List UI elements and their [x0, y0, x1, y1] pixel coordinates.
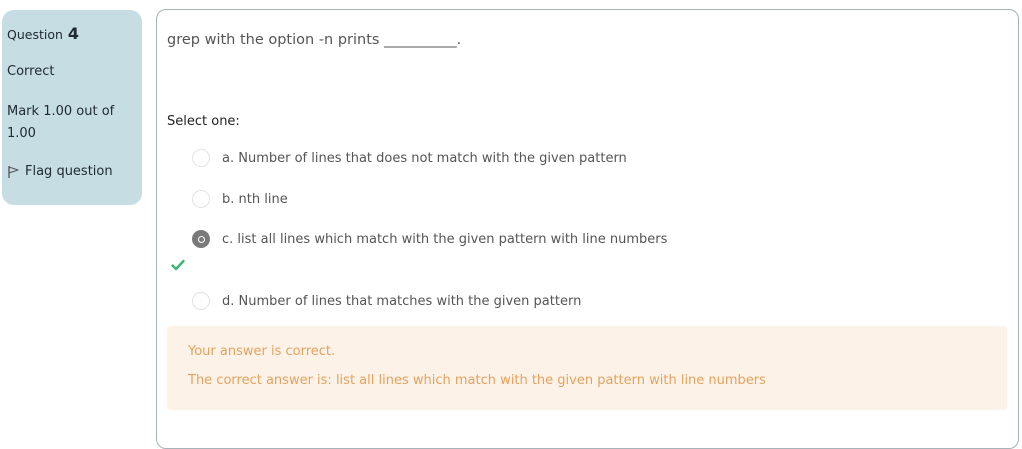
flag-icon	[7, 165, 20, 179]
answer-option-label: c. list all lines which match with the g…	[222, 231, 668, 247]
answer-option-label: a. Number of lines that does not match w…	[222, 150, 627, 166]
flag-question-link[interactable]: Flag question	[7, 164, 142, 179]
answer-option-c[interactable]: c. list all lines which match with the g…	[192, 228, 667, 250]
question-state: Correct	[7, 64, 55, 79]
radio-d[interactable]	[192, 292, 210, 310]
feedback-correct-answer: The correct answer is: list all lines wh…	[188, 373, 766, 388]
answer-option-label: b. nth line	[222, 191, 288, 207]
flag-question-label: Flag question	[25, 164, 113, 179]
question-text: grep with the option -n prints _________…	[167, 32, 462, 48]
radio-a[interactable]	[192, 149, 210, 167]
radio-b[interactable]	[192, 190, 210, 208]
answer-option-a[interactable]: a. Number of lines that does not match w…	[192, 147, 627, 169]
answer-option-d[interactable]: d. Number of lines that matches with the…	[192, 290, 581, 312]
question-number: Question 4	[7, 24, 142, 43]
question-grade: Mark 1.00 out of 1.00	[7, 104, 115, 141]
check-icon	[171, 256, 185, 275]
question-info-panel: Question 4 Correct Mark 1.00 out of 1.00…	[2, 10, 142, 205]
question-label: Question	[7, 27, 63, 42]
radio-c-selected[interactable]	[192, 230, 210, 248]
question-number-value: 4	[67, 24, 80, 43]
question-content: grep with the option -n prints _________…	[156, 9, 1019, 449]
feedback-box: Your answer is correct. The correct answ…	[167, 326, 1007, 410]
answer-option-b[interactable]: b. nth line	[192, 188, 288, 210]
select-one-prompt: Select one:	[167, 114, 240, 129]
answer-option-label: d. Number of lines that matches with the…	[222, 293, 582, 309]
feedback-status: Your answer is correct.	[188, 344, 336, 359]
